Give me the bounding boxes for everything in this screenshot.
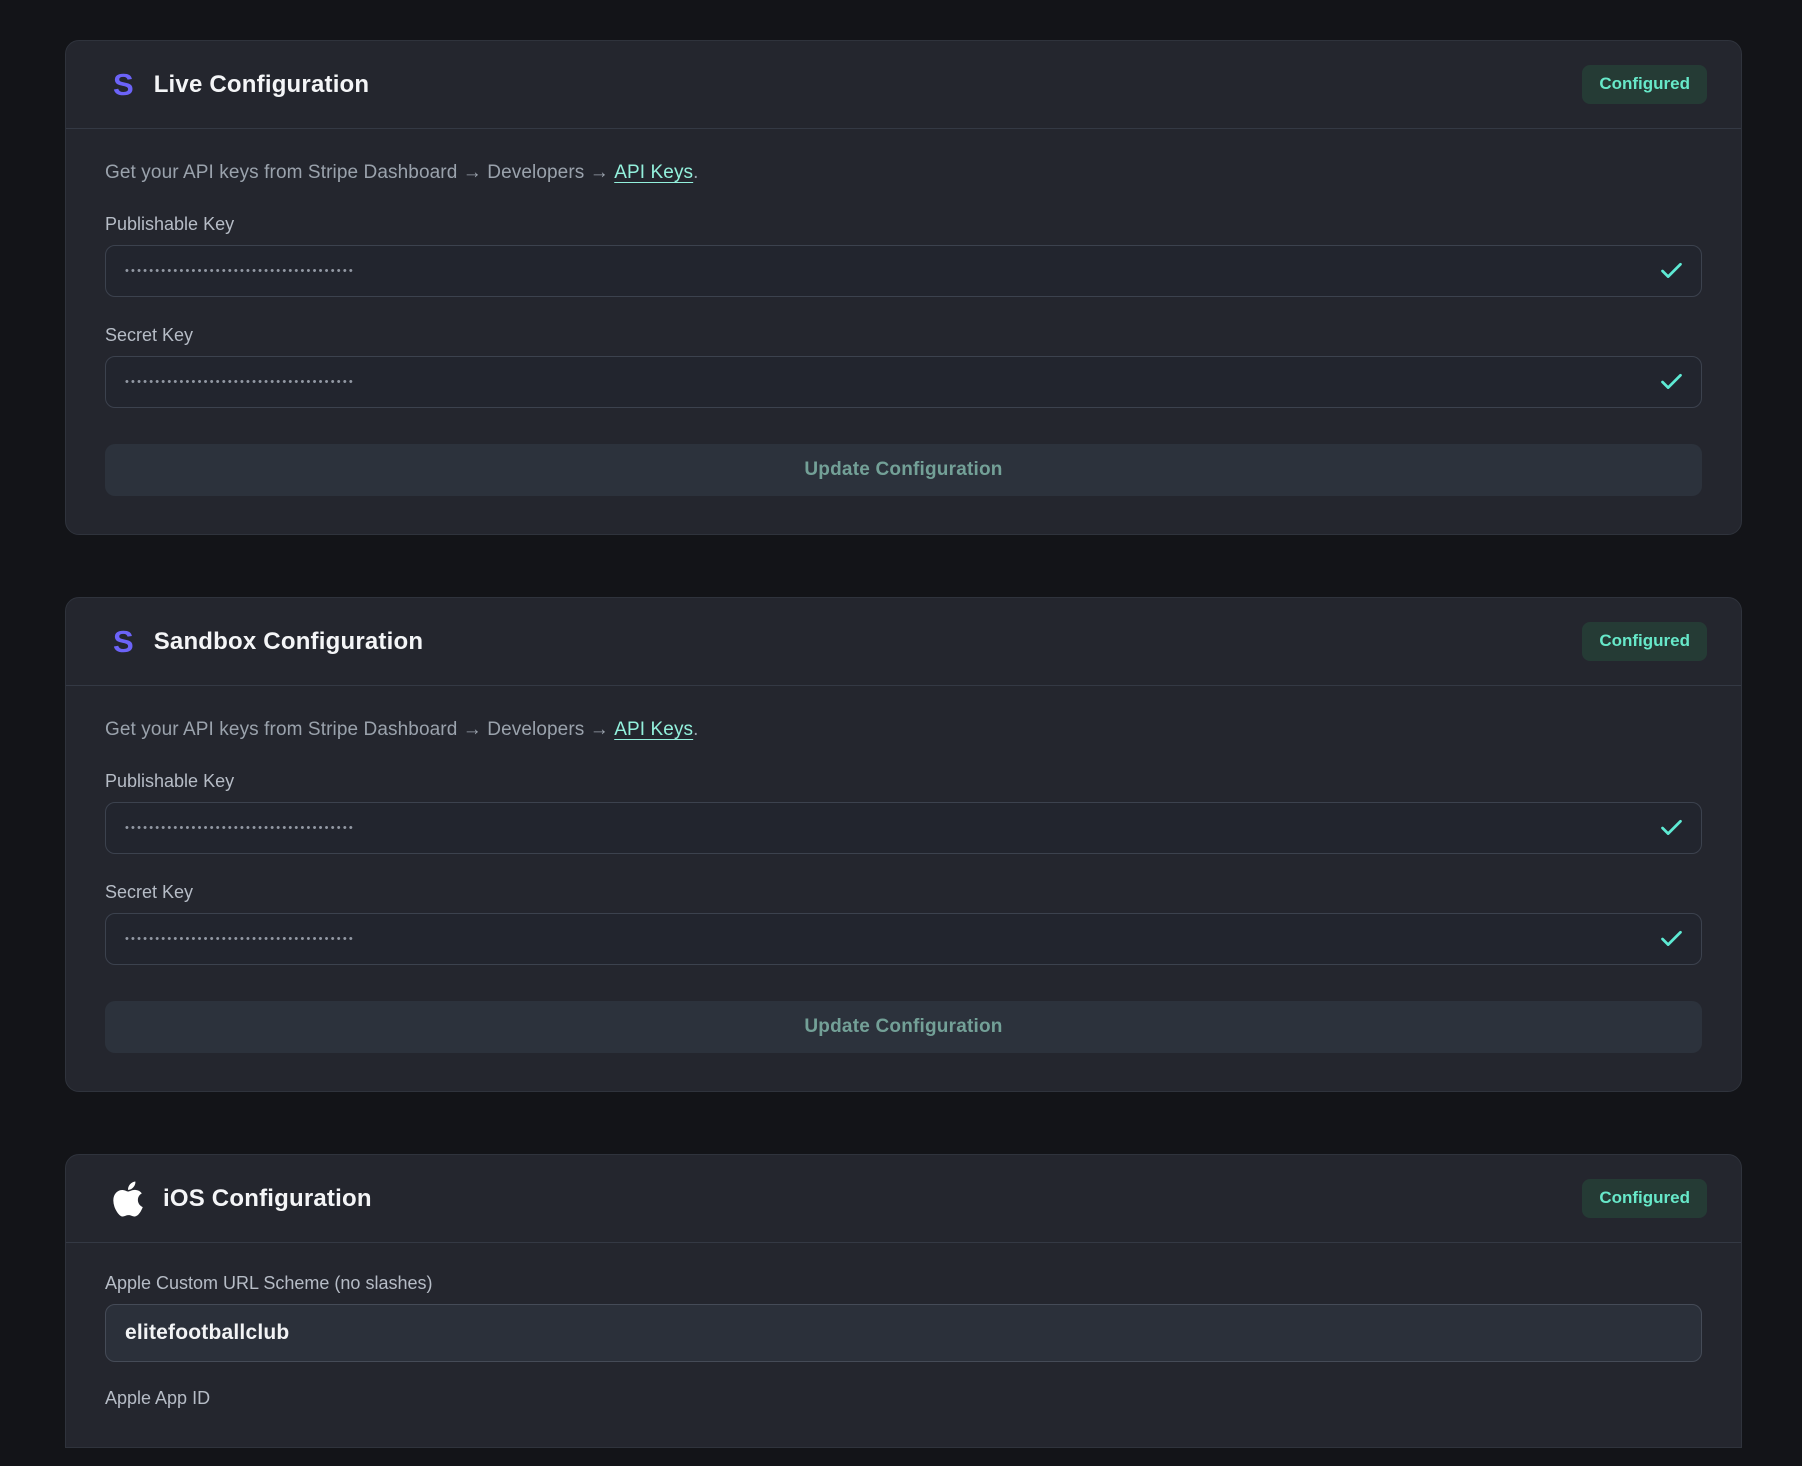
- api-keys-link[interactable]: API Keys: [614, 719, 693, 740]
- apple-url-scheme-field-wrap: [105, 1304, 1702, 1362]
- live-card-header: S Live Configuration Configured: [66, 41, 1741, 129]
- help-text-suffix: .: [693, 719, 698, 740]
- sandbox-card-title: Sandbox Configuration: [154, 628, 424, 656]
- live-card-title: Live Configuration: [154, 71, 370, 99]
- sandbox-configuration-card: S Sandbox Configuration Configured Get y…: [65, 597, 1742, 1092]
- live-card-body: Get your API keys from Stripe Dashboard …: [66, 129, 1741, 534]
- ios-card-title: iOS Configuration: [163, 1185, 372, 1213]
- help-text-prefix: Get your API keys from Stripe Dashboard …: [105, 719, 614, 740]
- publishable-key-field-wrap: [105, 245, 1702, 297]
- secret-key-input[interactable]: [105, 356, 1702, 408]
- stripe-icon: S: [113, 69, 134, 100]
- settings-page: S Live Configuration Configured Get your…: [0, 0, 1802, 1466]
- api-keys-link[interactable]: API Keys: [614, 162, 693, 183]
- update-configuration-button[interactable]: Update Configuration: [105, 1001, 1702, 1053]
- publishable-key-field-wrap: [105, 802, 1702, 854]
- help-text-prefix: Get your API keys from Stripe Dashboard …: [105, 162, 614, 183]
- ios-card-body: Apple Custom URL Scheme (no slashes) App…: [66, 1243, 1741, 1447]
- status-badge: Configured: [1582, 622, 1707, 660]
- api-keys-help-text: Get your API keys from Stripe Dashboard …: [105, 719, 1702, 741]
- ios-card-header: iOS Configuration Configured: [66, 1155, 1741, 1243]
- sandbox-card-body: Get your API keys from Stripe Dashboard …: [66, 686, 1741, 1091]
- live-configuration-card: S Live Configuration Configured Get your…: [65, 40, 1742, 535]
- sandbox-card-header: S Sandbox Configuration Configured: [66, 598, 1741, 686]
- stripe-icon: S: [113, 626, 134, 657]
- publishable-key-input[interactable]: [105, 245, 1702, 297]
- secret-key-input[interactable]: [105, 913, 1702, 965]
- secret-key-field-wrap: [105, 356, 1702, 408]
- apple-icon: [113, 1179, 143, 1219]
- secret-key-label: Secret Key: [105, 882, 1702, 903]
- api-keys-help-text: Get your API keys from Stripe Dashboard …: [105, 162, 1702, 184]
- status-badge: Configured: [1582, 1179, 1707, 1217]
- secret-key-label: Secret Key: [105, 325, 1702, 346]
- secret-key-field-wrap: [105, 913, 1702, 965]
- publishable-key-label: Publishable Key: [105, 214, 1702, 235]
- apple-url-scheme-input[interactable]: [105, 1304, 1702, 1362]
- apple-url-scheme-label: Apple Custom URL Scheme (no slashes): [105, 1273, 1702, 1294]
- update-configuration-button[interactable]: Update Configuration: [105, 444, 1702, 496]
- publishable-key-label: Publishable Key: [105, 771, 1702, 792]
- apple-app-id-label: Apple App ID: [105, 1388, 1702, 1409]
- publishable-key-input[interactable]: [105, 802, 1702, 854]
- status-badge: Configured: [1582, 65, 1707, 103]
- help-text-suffix: .: [693, 162, 698, 183]
- ios-configuration-card: iOS Configuration Configured Apple Custo…: [65, 1154, 1742, 1448]
